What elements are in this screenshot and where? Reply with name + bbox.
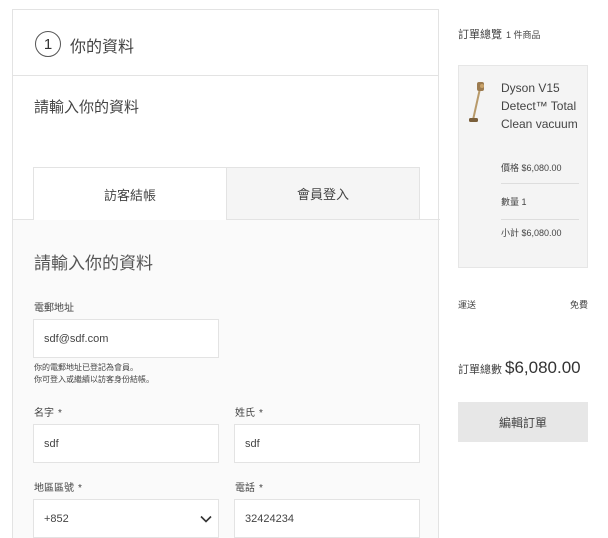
phone-label: 電話 * xyxy=(235,479,263,494)
required-mark: * xyxy=(58,408,62,419)
first-name-label: 名字 * xyxy=(34,404,62,419)
intro-heading: 請輸入你的資料 xyxy=(34,99,140,116)
email-label: 電郵地址 xyxy=(34,303,74,314)
area-code-label-text: 地區區號 xyxy=(34,483,74,494)
product-subtotal: 小計 $6,080.00 xyxy=(501,228,562,238)
product-price: 價格 $6,080.00 xyxy=(501,163,562,173)
checkout-tabs: 訪客結帳 會員登入 xyxy=(33,167,420,220)
phone-label-text: 電話 xyxy=(235,483,255,494)
shipping-value: 免費 xyxy=(569,300,588,310)
chevron-down-icon xyxy=(200,515,212,523)
item-count: 1 件商品 xyxy=(506,30,541,40)
total-value: $6,080.00 xyxy=(505,358,581,377)
phone-field[interactable]: 32424234 xyxy=(234,499,420,538)
checkout-panel: 1 你的資料 請輸入你的資料 訪客結帳 會員登入 請輸入你的資料 電郵地址 sd… xyxy=(12,9,440,538)
product-name: Dyson V15 Detect™ Total Clean vacuum xyxy=(501,81,578,131)
tab-member-login[interactable]: 會員登入 xyxy=(226,168,419,220)
order-summary: 訂單總覽 1 件商品 Dyson V15 Detect™ Total Clean … xyxy=(458,0,608,538)
last-name-label-text: 姓氏 xyxy=(235,408,255,419)
required-mark: * xyxy=(259,408,263,419)
area-code-select[interactable]: +852 xyxy=(33,499,219,538)
email-hint-line-1: 你的電郵地址已登記為會員。 xyxy=(34,363,138,372)
last-name-field[interactable]: sdf xyxy=(234,424,420,463)
edit-order-button[interactable]: 編輯訂單 xyxy=(458,402,588,442)
tab-guest-checkout[interactable]: 訪客結帳 xyxy=(34,168,226,220)
step-title: 你的資料 xyxy=(70,39,135,56)
form-title: 請輸入你的資料 xyxy=(34,254,153,273)
divider xyxy=(501,183,579,184)
required-mark: * xyxy=(78,483,82,494)
product-quantity: 數量 1 xyxy=(501,197,527,207)
divider xyxy=(501,219,579,220)
first-name-field[interactable]: sdf xyxy=(33,424,219,463)
shipping-label: 運送 xyxy=(458,300,477,310)
area-code-label: 地區區號 * xyxy=(34,479,82,494)
first-name-label-text: 名字 xyxy=(34,408,54,419)
step-number: 1 xyxy=(35,31,61,57)
last-name-label: 姓氏 * xyxy=(235,404,263,419)
summary-title-text: 訂單總覽 xyxy=(458,29,502,41)
vacuum-product-image xyxy=(469,82,484,122)
email-field[interactable]: sdf@sdf.com xyxy=(33,319,219,358)
area-code-value: +852 xyxy=(44,512,69,525)
total-label: 訂單總數 xyxy=(458,364,502,376)
product-card: Dyson V15 Detect™ Total Clean vacuum 價格 … xyxy=(458,65,588,268)
total-row: 訂單總數 $6,080.00 xyxy=(458,358,581,378)
step-header: 1 你的資料 xyxy=(13,10,438,76)
email-hint-line-2: 你可登入或繼續以訪客身份結帳。 xyxy=(34,375,154,384)
summary-title: 訂單總覽 1 件商品 xyxy=(458,26,541,42)
guest-form: 請輸入你的資料 電郵地址 sdf@sdf.com 你的電郵地址已登記為會員。 你… xyxy=(13,220,438,538)
required-mark: * xyxy=(259,483,263,494)
